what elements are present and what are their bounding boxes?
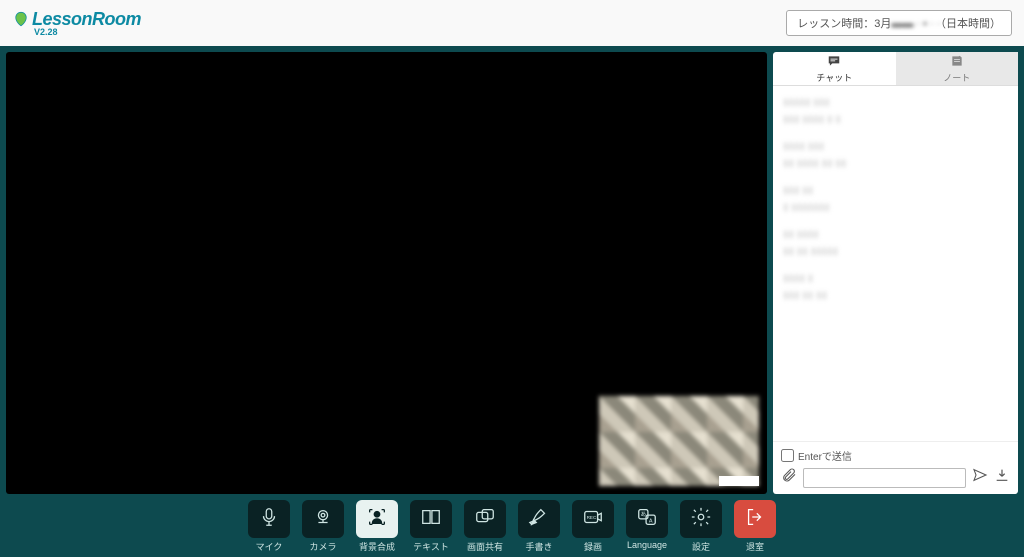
chat-input[interactable] <box>803 468 966 488</box>
enter-to-send-checkbox[interactable]: Enterで送信 <box>781 448 1010 463</box>
background-label: 背景合成 <box>359 540 395 553</box>
toolbar: マイク カメラ 背景合成 テキスト 画面共有 手書き REC 録画 あA Lan… <box>0 494 1024 557</box>
main-video[interactable] <box>6 52 767 494</box>
enter-checkbox-input[interactable] <box>781 449 794 462</box>
exit-icon <box>744 506 766 533</box>
svg-text:A: A <box>649 518 653 524</box>
lesson-time-blur: ▬▬ · ▪ · · <box>891 18 940 30</box>
camera-icon <box>312 506 334 533</box>
lesson-time-badge: レッスン時間：3月▬▬ · ▪ · ·（日本時間） <box>786 10 1012 36</box>
background-button[interactable]: 背景合成 <box>353 500 401 553</box>
person-icon <box>366 506 388 533</box>
side-panel: チャット ノート ▮▮▮▮▮ ▮▮▮▮▮▮ ▮▮▮▮ ▮ ▮ ▮▮▮▮ ▮▮▮▮… <box>773 52 1018 494</box>
logo: LessonRoom V2.28 <box>12 10 141 37</box>
send-area: Enterで送信 <box>773 441 1018 494</box>
main: チャット ノート ▮▮▮▮▮ ▮▮▮▮▮▮ ▮▮▮▮ ▮ ▮ ▮▮▮▮ ▮▮▮▮… <box>0 46 1024 494</box>
language-icon: あA <box>636 506 658 533</box>
screenshare-button[interactable]: 画面共有 <box>461 500 509 553</box>
tab-bar: チャット ノート <box>773 52 1018 86</box>
record-button[interactable]: REC 録画 <box>569 500 617 553</box>
enter-checkbox-label: Enterで送信 <box>798 448 852 463</box>
tab-note[interactable]: ノート <box>896 52 1019 86</box>
mic-button[interactable]: マイク <box>245 500 293 553</box>
tab-chat-label: チャット <box>816 71 852 84</box>
pip-label <box>719 476 759 486</box>
text-label: テキスト <box>413 540 449 553</box>
self-video-pip[interactable] <box>599 396 759 486</box>
svg-text:あ: あ <box>641 511 647 518</box>
logo-text: LessonRoom <box>32 10 141 28</box>
camera-label: カメラ <box>309 540 336 553</box>
mic-icon <box>258 506 280 533</box>
tab-chat[interactable]: チャット <box>773 52 896 86</box>
tab-note-label: ノート <box>943 71 970 84</box>
handwriting-label: 手書き <box>525 540 552 553</box>
version-text: V2.28 <box>34 28 141 37</box>
header: LessonRoom V2.28 レッスン時間：3月▬▬ · ▪ · ·（日本時… <box>0 0 1024 46</box>
exit-label: 退室 <box>746 540 764 553</box>
chat-log[interactable]: ▮▮▮▮▮ ▮▮▮▮▮▮ ▮▮▮▮ ▮ ▮ ▮▮▮▮ ▮▮▮▮▮ ▮▮▮▮ ▮▮… <box>773 86 1018 441</box>
text-button[interactable]: テキスト <box>407 500 455 553</box>
send-icon[interactable] <box>972 467 988 488</box>
screenshare-label: 画面共有 <box>467 540 503 553</box>
settings-label: 設定 <box>692 540 710 553</box>
chat-icon <box>826 54 842 70</box>
mic-label: マイク <box>256 540 283 553</box>
pen-icon <box>528 506 550 533</box>
handwriting-button[interactable]: 手書き <box>515 500 563 553</box>
record-label: 録画 <box>584 540 602 553</box>
attach-icon[interactable] <box>781 467 797 488</box>
svg-text:REC: REC <box>587 514 597 519</box>
settings-button[interactable]: 設定 <box>677 500 725 553</box>
download-icon[interactable] <box>994 467 1010 488</box>
gear-icon <box>690 506 712 533</box>
lesson-time-prefix: レッスン時間：3月 <box>797 18 891 30</box>
note-icon <box>949 54 965 70</box>
screens-icon <box>474 506 496 533</box>
rec-icon: REC <box>582 506 604 533</box>
book-icon <box>420 506 442 533</box>
language-button[interactable]: あA Language <box>623 500 671 553</box>
lesson-time-suffix: （日本時間） <box>941 18 1002 30</box>
exit-button[interactable]: 退室 <box>731 500 779 553</box>
logo-icon <box>12 10 30 28</box>
language-label: Language <box>627 540 667 550</box>
camera-button[interactable]: カメラ <box>299 500 347 553</box>
